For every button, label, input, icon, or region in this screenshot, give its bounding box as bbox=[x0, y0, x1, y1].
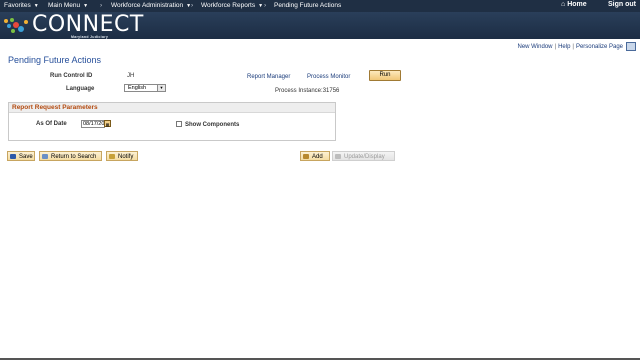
run-control-label: Run Control ID bbox=[50, 73, 93, 79]
top-nav-bar: Favorites ▼ Main Menu ▼ › Workforce Admini… bbox=[0, 0, 640, 12]
notify-icon bbox=[109, 154, 115, 159]
breadcrumb-label: Workforce Administration bbox=[111, 2, 184, 9]
breadcrumb-separator-icon: › bbox=[191, 2, 194, 9]
personalize-page-link[interactable]: Personalize Page bbox=[576, 44, 623, 50]
favorites-menu[interactable]: Favorites ▼ bbox=[4, 2, 39, 9]
favorites-label: Favorites bbox=[4, 2, 31, 9]
divider: | bbox=[554, 44, 557, 51]
signout-link[interactable]: Sign out bbox=[608, 1, 636, 8]
breadcrumb-workforce-administration[interactable]: Workforce Administration ▼ bbox=[111, 2, 191, 9]
run-control-value: JH bbox=[127, 73, 135, 79]
calendar-icon[interactable]: ▦ bbox=[104, 120, 111, 127]
home-link[interactable]: ⌂ Home bbox=[561, 1, 587, 8]
return-to-search-button[interactable]: Return to Search bbox=[39, 151, 102, 161]
chevron-down-icon: ▼ bbox=[258, 3, 264, 9]
show-components-label: Show Components bbox=[185, 122, 240, 128]
chevron-down-icon: ▼ bbox=[157, 85, 165, 91]
save-label: Save bbox=[19, 154, 33, 160]
as-of-date-label: As Of Date bbox=[36, 121, 67, 127]
breadcrumb-label: Workforce Reports bbox=[201, 2, 256, 9]
update-display-button[interactable]: Update/Display bbox=[332, 151, 395, 161]
add-icon bbox=[303, 154, 309, 159]
report-manager-link[interactable]: Report Manager bbox=[247, 74, 290, 80]
run-button[interactable]: Run bbox=[369, 70, 401, 81]
chevron-down-icon: ▼ bbox=[33, 3, 39, 9]
return-label: Return to Search bbox=[51, 154, 97, 160]
page-options-icon[interactable] bbox=[626, 42, 636, 51]
save-button[interactable]: Save bbox=[7, 151, 35, 161]
breadcrumb-separator-icon: › bbox=[100, 2, 103, 9]
new-window-link[interactable]: New Window bbox=[517, 44, 552, 50]
page-links: New Window | Help | Personalize Page bbox=[517, 42, 636, 51]
breadcrumb-pending-future-actions[interactable]: Pending Future Actions bbox=[274, 2, 341, 9]
process-instance: Process Instance:31756 bbox=[275, 88, 340, 94]
save-icon bbox=[10, 154, 16, 159]
language-label: Language bbox=[66, 86, 95, 92]
connect-logo-icon bbox=[4, 18, 28, 33]
as-of-date-input[interactable]: 08/17/2015 bbox=[81, 120, 111, 128]
logo-subtitle: Maryland Judiciary bbox=[71, 35, 109, 39]
help-link[interactable]: Help bbox=[558, 44, 570, 50]
chevron-down-icon: ▼ bbox=[83, 3, 89, 9]
breadcrumb-workforce-reports[interactable]: Workforce Reports ▼ bbox=[201, 2, 263, 9]
language-select[interactable]: English ▼ bbox=[124, 84, 166, 92]
notify-label: Notify bbox=[118, 154, 134, 160]
return-icon bbox=[42, 154, 48, 159]
home-icon: ⌂ bbox=[561, 1, 566, 8]
process-monitor-link[interactable]: Process Monitor bbox=[307, 74, 350, 80]
page-title: Pending Future Actions bbox=[8, 55, 102, 65]
section-header: Report Request Parameters bbox=[9, 103, 335, 113]
notify-button[interactable]: Notify bbox=[106, 151, 138, 161]
main-menu[interactable]: Main Menu ▼ bbox=[48, 2, 88, 9]
show-components-checkbox[interactable] bbox=[176, 121, 182, 127]
divider: | bbox=[572, 44, 574, 51]
add-label: Add bbox=[312, 154, 323, 160]
main-menu-label: Main Menu bbox=[48, 2, 81, 9]
home-label: Home bbox=[567, 1, 587, 8]
connect-logo-text: CONNECT bbox=[32, 12, 144, 37]
search-icon bbox=[335, 154, 341, 159]
update-display-label: Update/Display bbox=[344, 154, 385, 160]
add-button[interactable]: Add bbox=[300, 151, 330, 161]
breadcrumb-separator-icon: › bbox=[264, 2, 267, 9]
language-value: English bbox=[128, 85, 147, 91]
